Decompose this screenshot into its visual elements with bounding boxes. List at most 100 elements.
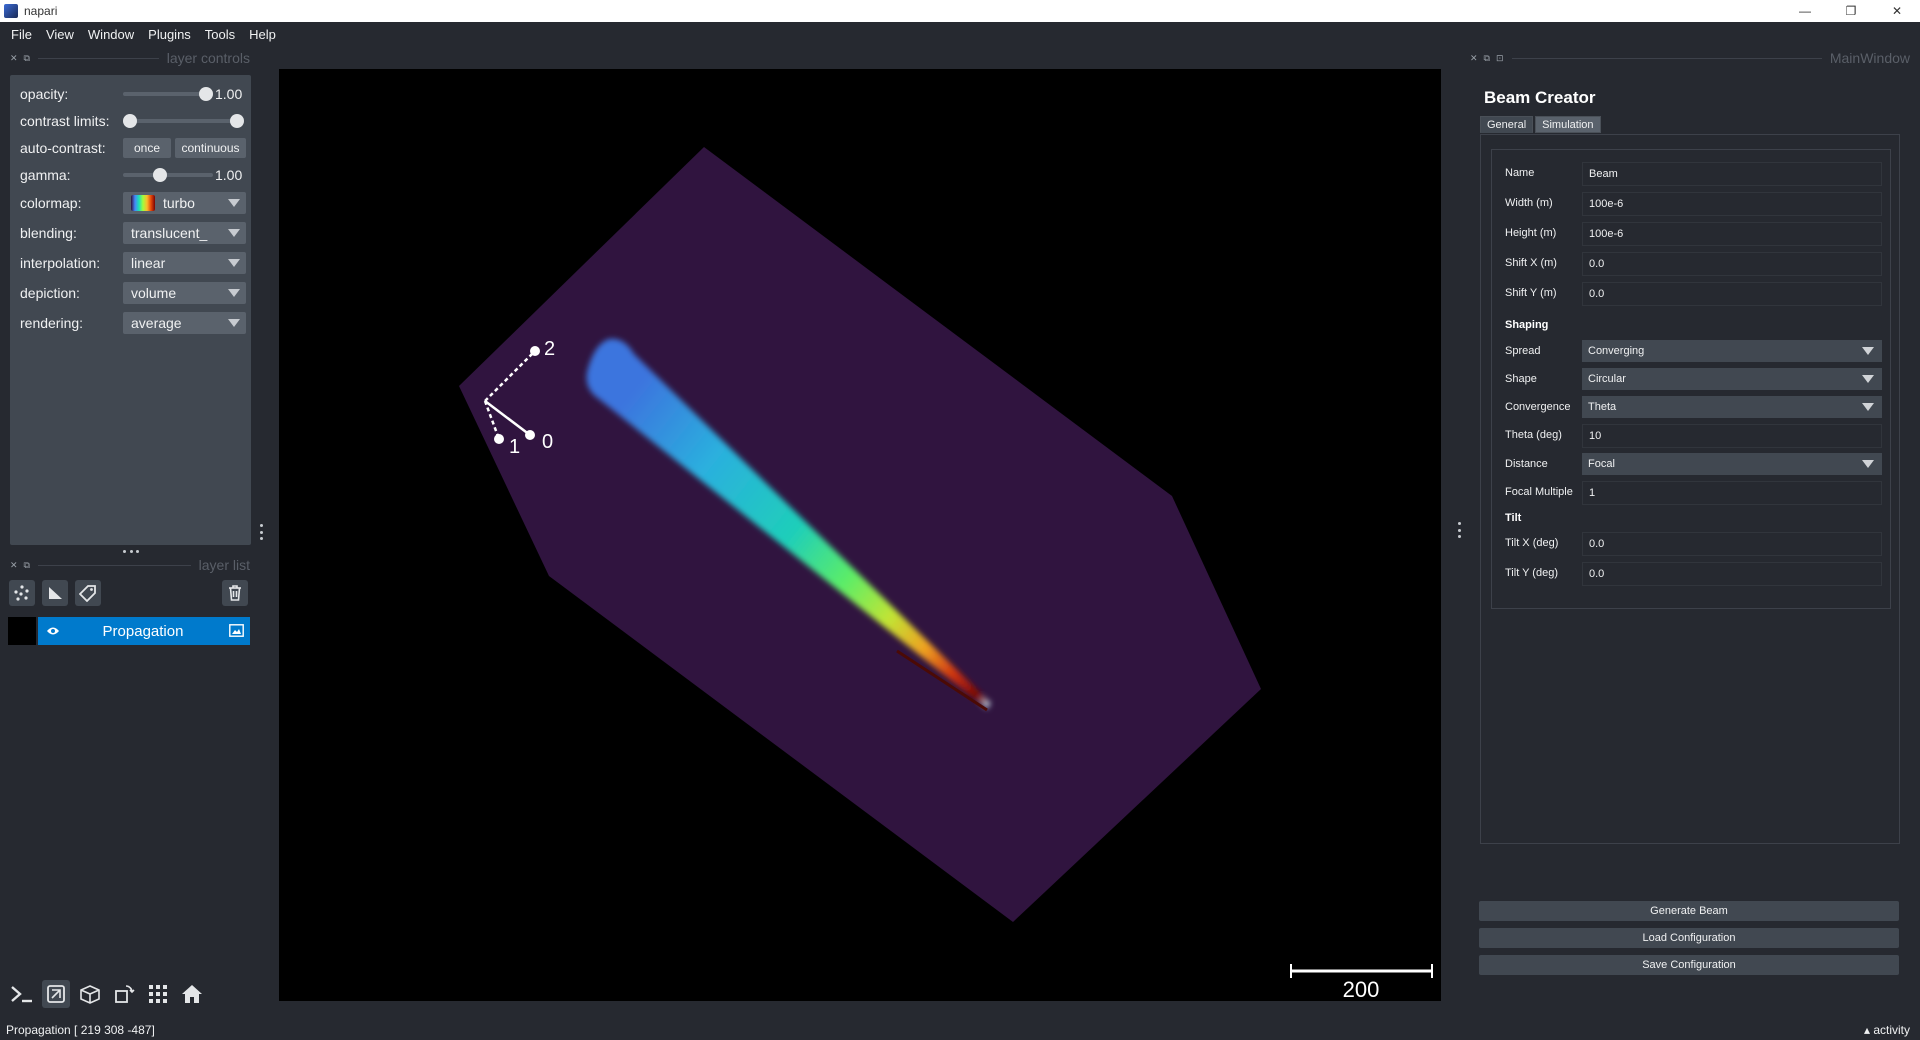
contrast-high-handle[interactable] bbox=[230, 114, 244, 128]
dock-close-icon[interactable]: ✕ bbox=[10, 53, 18, 64]
roll-dimensions-button[interactable] bbox=[76, 980, 104, 1008]
interpolation-select[interactable]: linear bbox=[123, 252, 246, 274]
save-configuration-button[interactable]: Save Configuration bbox=[1479, 955, 1899, 975]
gamma-value[interactable]: 1.00 bbox=[215, 167, 245, 183]
dock-pin-icon[interactable]: ⊡ bbox=[1496, 53, 1504, 64]
axis-label-2: 2 bbox=[544, 338, 555, 360]
home-button[interactable] bbox=[178, 980, 206, 1008]
chevron-down-icon bbox=[228, 199, 240, 207]
console-button[interactable] bbox=[8, 980, 36, 1008]
menu-help[interactable]: Help bbox=[242, 27, 283, 42]
opacity-value[interactable]: 1.00 bbox=[215, 86, 245, 102]
grid-icon bbox=[149, 985, 167, 1003]
menu-file[interactable]: File bbox=[4, 27, 39, 42]
dock-float-icon[interactable]: ⧉ bbox=[24, 560, 30, 571]
tilt-heading: Tilt bbox=[1505, 512, 1522, 524]
focal-multiple-label: Focal Multiple bbox=[1505, 486, 1573, 498]
dock-float-icon[interactable]: ⧉ bbox=[24, 53, 30, 64]
menu-plugins[interactable]: Plugins bbox=[141, 27, 198, 42]
load-configuration-button[interactable]: Load Configuration bbox=[1479, 928, 1899, 948]
contrast-low-handle[interactable] bbox=[123, 114, 137, 128]
generate-beam-button[interactable]: Generate Beam bbox=[1479, 901, 1899, 921]
close-button[interactable]: ✕ bbox=[1874, 0, 1920, 22]
shift-x-field[interactable]: 0.0 bbox=[1582, 252, 1882, 276]
scale-bar-label: 200 bbox=[1342, 977, 1380, 1001]
right-dock-resize-handle[interactable] bbox=[1457, 522, 1461, 538]
tab-general[interactable]: General bbox=[1480, 116, 1534, 133]
window-title-bar: napari — ❐ ✕ bbox=[0, 0, 1920, 22]
spread-select[interactable]: Converging bbox=[1582, 340, 1882, 362]
trash-icon bbox=[229, 585, 241, 601]
width-field[interactable]: 100e-6 bbox=[1582, 192, 1882, 216]
distance-value: Focal bbox=[1588, 458, 1615, 470]
shift-x-label: Shift X (m) bbox=[1505, 257, 1557, 269]
maximize-button[interactable]: ❐ bbox=[1828, 0, 1874, 22]
grid-view-button[interactable] bbox=[144, 980, 172, 1008]
ndisplay-2d-3d-button[interactable] bbox=[42, 980, 70, 1008]
activity-button[interactable]: ▴ activity bbox=[1864, 1023, 1910, 1037]
colormap-select[interactable]: turbo bbox=[123, 192, 246, 214]
layer-row-selected[interactable]: Propagation bbox=[38, 617, 250, 645]
shape-select[interactable]: Circular bbox=[1582, 368, 1882, 390]
eye-icon[interactable] bbox=[46, 626, 60, 636]
layer-dock-splitter-handle[interactable] bbox=[123, 550, 139, 554]
tilt-y-row: Tilt Y (deg) 0.0 bbox=[1492, 562, 1892, 586]
rendering-select[interactable]: average bbox=[123, 312, 246, 334]
auto-contrast-label: auto-contrast: bbox=[20, 140, 106, 156]
layer-name[interactable]: Propagation bbox=[88, 623, 198, 640]
layer-item-propagation[interactable]: Propagation bbox=[8, 617, 250, 645]
opacity-slider-handle[interactable] bbox=[199, 87, 213, 101]
shaping-heading: Shaping bbox=[1505, 319, 1549, 331]
gamma-slider[interactable] bbox=[123, 168, 213, 182]
chevron-down-icon bbox=[228, 289, 240, 297]
dock-close-icon[interactable]: ✕ bbox=[10, 560, 18, 571]
viewer-canvas[interactable]: 0 1 2 200 bbox=[279, 69, 1441, 1001]
volume-render[interactable]: 0 1 2 bbox=[279, 69, 1441, 1001]
gamma-slider-handle[interactable] bbox=[153, 168, 167, 182]
new-points-layer-button[interactable] bbox=[9, 580, 35, 606]
convergence-select[interactable]: Theta bbox=[1582, 396, 1882, 418]
layer-controls-panel: opacity: 1.00 contrast limits: auto-cont… bbox=[10, 75, 251, 545]
new-labels-layer-button[interactable] bbox=[75, 580, 101, 606]
focal-multiple-field[interactable]: 1 bbox=[1582, 481, 1882, 505]
shift-y-field[interactable]: 0.0 bbox=[1582, 282, 1882, 306]
opacity-slider[interactable] bbox=[123, 87, 213, 101]
tilt-y-field[interactable]: 0.0 bbox=[1582, 562, 1882, 586]
menu-window[interactable]: Window bbox=[81, 27, 141, 42]
chevron-down-icon bbox=[1862, 347, 1874, 355]
dock-close-icon[interactable]: ✕ bbox=[1470, 53, 1478, 64]
new-shapes-layer-button[interactable] bbox=[42, 580, 68, 606]
height-field[interactable]: 100e-6 bbox=[1582, 222, 1882, 246]
menu-tools[interactable]: Tools bbox=[198, 27, 242, 42]
minimize-button[interactable]: — bbox=[1782, 0, 1828, 22]
distance-select[interactable]: Focal bbox=[1582, 453, 1882, 475]
shape-row: Shape Circular bbox=[1492, 368, 1892, 392]
spread-row: Spread Converging bbox=[1492, 340, 1892, 364]
shape-label: Shape bbox=[1505, 373, 1537, 385]
transpose-button[interactable] bbox=[110, 980, 138, 1008]
name-row: Name Beam bbox=[1492, 162, 1892, 186]
transpose-icon bbox=[115, 985, 135, 1003]
contrast-limits-row: contrast limits: bbox=[10, 109, 251, 133]
window-title: napari bbox=[24, 4, 58, 18]
auto-contrast-continuous-button[interactable]: continuous bbox=[175, 138, 246, 158]
blending-select[interactable]: translucent_ bbox=[123, 222, 246, 244]
auto-contrast-once-button[interactable]: once bbox=[123, 138, 171, 158]
delete-layer-button[interactable] bbox=[222, 580, 248, 606]
chevron-down-icon bbox=[1862, 375, 1874, 383]
tilt-y-label: Tilt Y (deg) bbox=[1505, 567, 1558, 579]
tilt-x-field[interactable]: 0.0 bbox=[1582, 532, 1882, 556]
theta-label: Theta (deg) bbox=[1505, 429, 1562, 441]
layer-list: Propagation bbox=[8, 612, 253, 1022]
layer-list-title: layer list bbox=[198, 557, 250, 573]
distance-row: Distance Focal bbox=[1492, 453, 1892, 477]
contrast-limits-slider[interactable] bbox=[123, 114, 244, 128]
dock-float-icon[interactable]: ⧉ bbox=[1484, 53, 1490, 64]
tab-simulation[interactable]: Simulation bbox=[1535, 116, 1601, 133]
depiction-select[interactable]: volume bbox=[123, 282, 246, 304]
name-field[interactable]: Beam bbox=[1582, 162, 1882, 186]
left-dock-resize-handle[interactable] bbox=[259, 524, 263, 540]
theta-field[interactable]: 10 bbox=[1582, 424, 1882, 448]
menu-view[interactable]: View bbox=[39, 27, 81, 42]
gamma-row: gamma: 1.00 bbox=[10, 163, 251, 187]
